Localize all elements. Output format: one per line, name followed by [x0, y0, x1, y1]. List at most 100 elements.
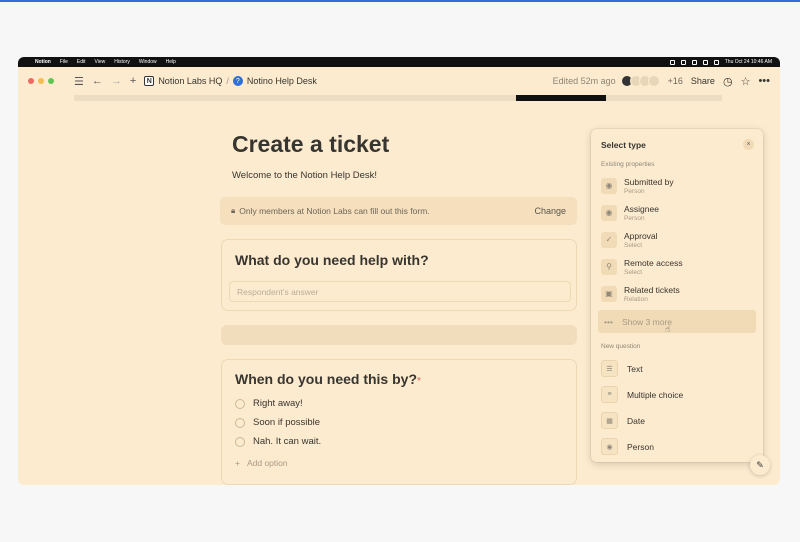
property-assignee[interactable]: ◉ Assignee Person — [598, 200, 756, 225]
add-option-label: Add option — [246, 458, 288, 468]
back-arrow-icon[interactable]: ← — [92, 75, 103, 87]
respondent-answer-field[interactable]: Respondent's answer — [229, 281, 571, 302]
person-icon: ◉ — [601, 177, 617, 194]
breadcrumb-page[interactable]: Notino Help Desk — [247, 76, 317, 86]
edit-pencil-button[interactable]: ✎ — [750, 455, 770, 475]
required-mark: * — [417, 376, 421, 387]
property-related-tickets[interactable]: ▣ Related tickets Relation — [598, 281, 756, 306]
menu-app[interactable]: Notion — [35, 59, 51, 65]
page-cover — [74, 95, 722, 101]
property-type: Select — [624, 241, 643, 249]
new-page-plus-icon[interactable]: + — [130, 75, 136, 87]
property-approval[interactable]: ✓ Approval Select — [598, 227, 756, 252]
radio-button[interactable] — [235, 398, 245, 409]
window-controls — [28, 78, 54, 84]
question-title[interactable]: What do you need help with? — [235, 252, 429, 268]
existing-properties-label: Existing properties — [601, 161, 655, 168]
maximize-window-button[interactable] — [48, 78, 54, 84]
choice-option[interactable]: Nah. It can wait. — [235, 436, 321, 447]
close-window-button[interactable] — [28, 78, 34, 84]
choice-label: Nah. It can wait. — [253, 436, 322, 447]
status-icon[interactable] — [680, 59, 686, 65]
menu-file[interactable]: File — [60, 59, 68, 65]
ellipsis-icon: ••• — [604, 316, 613, 327]
collaborator-avatars[interactable] — [620, 75, 660, 87]
calendar-icon: ▦ — [601, 412, 618, 429]
panel-title: Select type — [601, 140, 646, 150]
choice-option[interactable]: Soon if possible — [235, 417, 320, 428]
notion-logo-icon: N — [144, 76, 155, 86]
close-icon[interactable]: × — [743, 139, 754, 150]
breadcrumb-workspace[interactable]: Notion Labs HQ — [158, 76, 222, 86]
new-question-label: New question — [601, 343, 641, 350]
menubar-clock[interactable]: Thu Oct 24 10:46 AM — [725, 59, 772, 65]
question-divider — [221, 325, 577, 345]
select-type-panel: Select type × Existing properties ◉ Subm… — [591, 129, 763, 462]
choice-option[interactable]: Right away! — [235, 398, 303, 409]
menu-view[interactable]: View — [95, 59, 106, 65]
menu-edit[interactable]: Edit — [77, 59, 86, 65]
property-type: Person — [624, 214, 645, 222]
new-question-text[interactable]: ☰ Text — [598, 356, 756, 381]
list-icon: ≡ — [601, 386, 618, 403]
change-access-button[interactable]: Change — [534, 206, 566, 216]
breadcrumb: N Notion Labs HQ / ? Notino Help Desk — [144, 76, 317, 86]
access-notice-text: Only members at Notion Labs can fill out… — [239, 206, 430, 216]
battery-icon[interactable] — [713, 59, 719, 65]
property-name: Submitted by — [624, 176, 674, 187]
toolbar-right: Edited 52m ago +16 Share ◷ ☆ ••• — [553, 75, 770, 88]
person-icon: ◉ — [601, 204, 617, 221]
question-type-label: Date — [627, 415, 645, 426]
question-type-label: Person — [627, 441, 654, 452]
question-title-text: When do you need this by? — [235, 371, 417, 387]
radio-button[interactable] — [235, 436, 245, 447]
status-icon[interactable] — [691, 59, 697, 65]
property-submitted-by[interactable]: ◉ Submitted by Person — [598, 173, 756, 198]
menu-history[interactable]: History — [114, 59, 130, 65]
new-question-multiple-choice[interactable]: ≡ Multiple choice — [598, 382, 756, 407]
forward-arrow-icon[interactable]: → — [111, 75, 122, 87]
property-type: Relation — [624, 295, 648, 303]
plus-icon: + — [235, 458, 240, 468]
question-card[interactable]: What do you need help with? Respondent's… — [221, 239, 577, 311]
status-icon[interactable] — [669, 59, 675, 65]
collaborator-count[interactable]: +16 — [668, 76, 683, 86]
choice-label: Soon if possible — [253, 417, 321, 428]
breadcrumb-separator: / — [226, 76, 229, 86]
avatar — [647, 75, 660, 87]
share-button[interactable]: Share — [691, 76, 715, 86]
menu-window[interactable]: Window — [139, 59, 157, 65]
property-name: Remote access — [624, 257, 683, 268]
add-option-button[interactable]: + Add option — [235, 458, 288, 468]
lock-icon: 🔒︎ — [231, 206, 236, 215]
show-more-button[interactable]: ••• Show 3 more — [598, 310, 756, 333]
property-type: Select — [624, 268, 643, 276]
new-question-date[interactable]: ▦ Date — [598, 408, 756, 433]
wifi-icon[interactable] — [702, 59, 708, 65]
menubar-status: Thu Oct 24 10:46 AM — [669, 59, 772, 65]
question-card[interactable]: When do you need this by?* Right away! S… — [221, 359, 577, 485]
property-name: Approval — [624, 230, 658, 241]
question-title[interactable]: When do you need this by?* — [235, 371, 421, 387]
mouse-cursor-icon: ☝ — [665, 324, 671, 334]
menu-help[interactable]: Help — [166, 59, 176, 65]
property-name: Related tickets — [624, 284, 680, 295]
access-notice: 🔒︎ Only members at Notion Labs can fill … — [220, 197, 577, 225]
radio-button[interactable] — [235, 417, 245, 428]
help-desk-icon: ? — [232, 76, 243, 86]
people-icon: ◉ — [601, 438, 618, 455]
property-remote-access[interactable]: ⚲ Remote access Select — [598, 254, 756, 279]
property-name: Assignee — [624, 203, 659, 214]
cover-illustration — [516, 95, 606, 101]
page-title[interactable]: Create a ticket — [232, 131, 389, 158]
relation-icon: ▣ — [601, 285, 617, 302]
mac-menubar: Notion File Edit View History Window Hel… — [18, 57, 780, 67]
more-options-icon[interactable]: ••• — [758, 75, 770, 87]
favorite-star-icon[interactable]: ☆ — [741, 75, 751, 88]
minimize-window-button[interactable] — [38, 78, 44, 84]
text-lines-icon: ☰ — [601, 360, 618, 377]
history-clock-icon[interactable]: ◷ — [723, 75, 733, 88]
sidebar-menu-icon[interactable]: ☰ — [74, 75, 84, 88]
form-description[interactable]: Welcome to the Notion Help Desk! — [232, 170, 377, 181]
new-question-person[interactable]: ◉ Person — [598, 434, 756, 459]
